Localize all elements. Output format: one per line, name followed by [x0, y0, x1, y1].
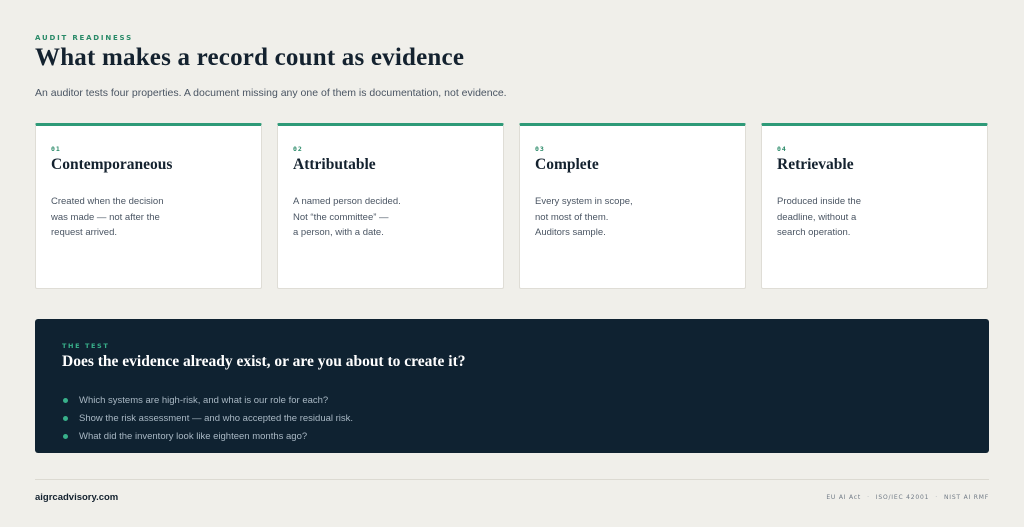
- list-item-text: Which systems are high-risk, and what is…: [79, 395, 329, 406]
- test-label: THE TEST: [62, 342, 110, 350]
- footer-site-link[interactable]: aigrcadvisory.com: [35, 492, 118, 503]
- eyebrow: AUDIT READINESS: [35, 34, 133, 42]
- footer-divider: [35, 479, 989, 480]
- separator: ·: [867, 494, 870, 501]
- card-title: Contemporaneous: [51, 156, 173, 173]
- page-subtitle: An auditor tests four properties. A docu…: [35, 87, 507, 99]
- card-body-line: search operation.: [777, 227, 851, 238]
- card-attributable: 02 Attributable A named person decided. …: [277, 123, 504, 289]
- card-body: Created when the decision was made — not…: [51, 194, 164, 241]
- separator: ·: [935, 494, 938, 501]
- card-title: Complete: [535, 156, 599, 173]
- card-body-line: Produced inside the: [777, 196, 861, 207]
- test-question-list: Which systems are high-risk, and what is…: [62, 392, 353, 446]
- bullet-dot-icon: [63, 398, 68, 403]
- card-number: 01: [51, 145, 61, 153]
- test-panel: THE TEST Does the evidence already exist…: [35, 319, 989, 453]
- card-title: Attributable: [293, 156, 376, 173]
- card-body: Every system in scope, not most of them.…: [535, 194, 633, 241]
- bullet-dot-icon: [63, 434, 68, 439]
- reference-nist-ai-rmf: NIST AI RMF: [943, 494, 989, 501]
- card-number: 04: [777, 145, 787, 153]
- card-retrievable: 04 Retrievable Produced inside the deadl…: [761, 123, 988, 289]
- list-item: Show the risk assessment — and who accep…: [62, 410, 353, 428]
- card-body-line: Auditors sample.: [535, 227, 606, 238]
- card-title: Retrievable: [777, 156, 854, 173]
- card-body-line: A named person decided.: [293, 196, 401, 207]
- card-contemporaneous: 01 Contemporaneous Created when the deci…: [35, 123, 262, 289]
- bullet-dot-icon: [63, 416, 68, 421]
- reference-eu-ai-act: EU AI Act: [826, 494, 862, 501]
- card-complete: 03 Complete Every system in scope, not m…: [519, 123, 746, 289]
- card-body-line: Every system in scope,: [535, 196, 633, 207]
- card-body-line: request arrived.: [51, 227, 118, 238]
- card-body: Produced inside the deadline, without a …: [777, 194, 861, 241]
- reference-iso-42001: ISO/IEC 42001: [875, 494, 930, 501]
- card-number: 02: [293, 145, 303, 153]
- card-body-line: a person, with a date.: [293, 227, 384, 238]
- card-body-line: not most of them.: [535, 211, 609, 223]
- page-title: What makes a record count as evidence: [35, 44, 465, 71]
- card-body: A named person decided. Not “the committ…: [293, 194, 401, 241]
- test-question: Does the evidence already exist, or are …: [62, 353, 466, 370]
- card-body-line: Created when the decision: [51, 196, 164, 207]
- list-item-text: What did the inventory look like eightee…: [79, 431, 308, 442]
- footer-references: EU AI Act · ISO/IEC 42001 · NIST AI RMF: [826, 494, 989, 501]
- card-body-line: was made — not after the: [51, 211, 160, 223]
- card-body-line: deadline, without a: [777, 211, 857, 223]
- list-item: Which systems are high-risk, and what is…: [62, 392, 353, 410]
- card-number: 03: [535, 145, 545, 153]
- card-body-line: Not “the committee” —: [293, 211, 389, 223]
- list-item: What did the inventory look like eightee…: [62, 428, 353, 446]
- list-item-text: Show the risk assessment — and who accep…: [79, 413, 354, 424]
